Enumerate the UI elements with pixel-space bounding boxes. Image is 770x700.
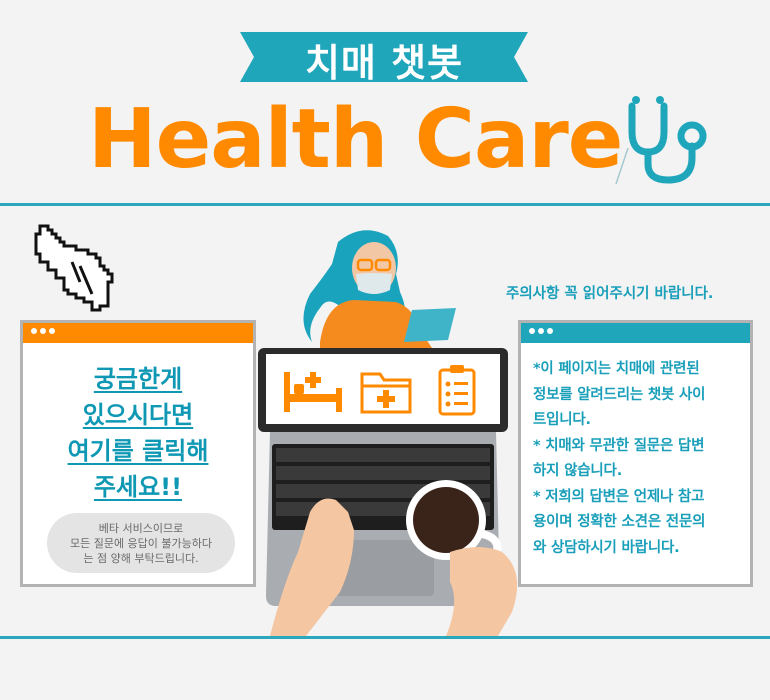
panel-titlebar bbox=[23, 323, 253, 343]
beta-line: 베타 서비스이므로 bbox=[98, 521, 184, 535]
chatbot-cta-link[interactable]: 궁금한게 있으시다면 여기를 클릭해 주세요!! bbox=[23, 361, 253, 505]
cta-line: 여기를 클릭해 bbox=[67, 437, 209, 465]
panel-titlebar bbox=[521, 323, 750, 343]
notice-line: * 저희의 답변은 언제나 참고 bbox=[533, 488, 705, 505]
pointing-hand-icon bbox=[34, 224, 114, 312]
notice-panel: *이 페이지는 치매에 관련된 정보를 알려드리는 챗봇 사이 트입니다. * … bbox=[518, 320, 753, 587]
beta-notice-badge: 베타 서비스이므로 모든 질문에 응답이 불가능하다 는 점 양해 부탁드립니다… bbox=[47, 513, 235, 573]
cup-hand bbox=[446, 547, 518, 636]
cta-line: 주세요!! bbox=[93, 473, 183, 501]
notice-line: 용이며 정확한 소견은 전문의 bbox=[533, 514, 706, 530]
notice-line: 하지 않습니다. bbox=[533, 463, 622, 479]
notice-line: * 치매와 무관한 질문은 답변 bbox=[533, 437, 705, 454]
stethoscope-icon bbox=[615, 96, 707, 185]
beta-line: 는 점 양해 부탁드립니다. bbox=[83, 551, 199, 565]
window-dots bbox=[529, 328, 553, 334]
notice-line: 트입니다. bbox=[533, 412, 591, 428]
doctor-laptop-illustration bbox=[258, 230, 518, 636]
notice-body: *이 페이지는 치매에 관련된 정보를 알려드리는 챗봇 사이 트입니다. * … bbox=[521, 343, 750, 561]
top-divider bbox=[0, 203, 770, 206]
cta-line: 있으시다면 bbox=[82, 401, 194, 429]
cta-line: 궁금한게 bbox=[93, 365, 183, 393]
hero-title: Health Care bbox=[88, 92, 623, 187]
bottom-divider bbox=[0, 636, 770, 639]
window-dots bbox=[31, 328, 55, 334]
notice-text: 주의사항 꼭 읽어주시기 바랍니다. bbox=[506, 286, 714, 302]
notice-line: *이 페이지는 치매에 관련된 bbox=[533, 361, 700, 377]
notice-line: 정보를 알려드리는 챗봇 사이 bbox=[533, 386, 706, 403]
title-banner: 치매 챗봇 bbox=[240, 24, 528, 86]
banner-title: 치매 챗봇 bbox=[304, 41, 464, 85]
chatbot-link-panel[interactable]: 궁금한게 있으시다면 여기를 클릭해 주세요!! 베타 서비스이므로 모든 질문… bbox=[20, 320, 256, 587]
beta-line: 모든 질문에 응답이 불가능하다 bbox=[69, 536, 213, 550]
notice-line: 와 상담하시기 바랍니다. bbox=[533, 539, 680, 556]
